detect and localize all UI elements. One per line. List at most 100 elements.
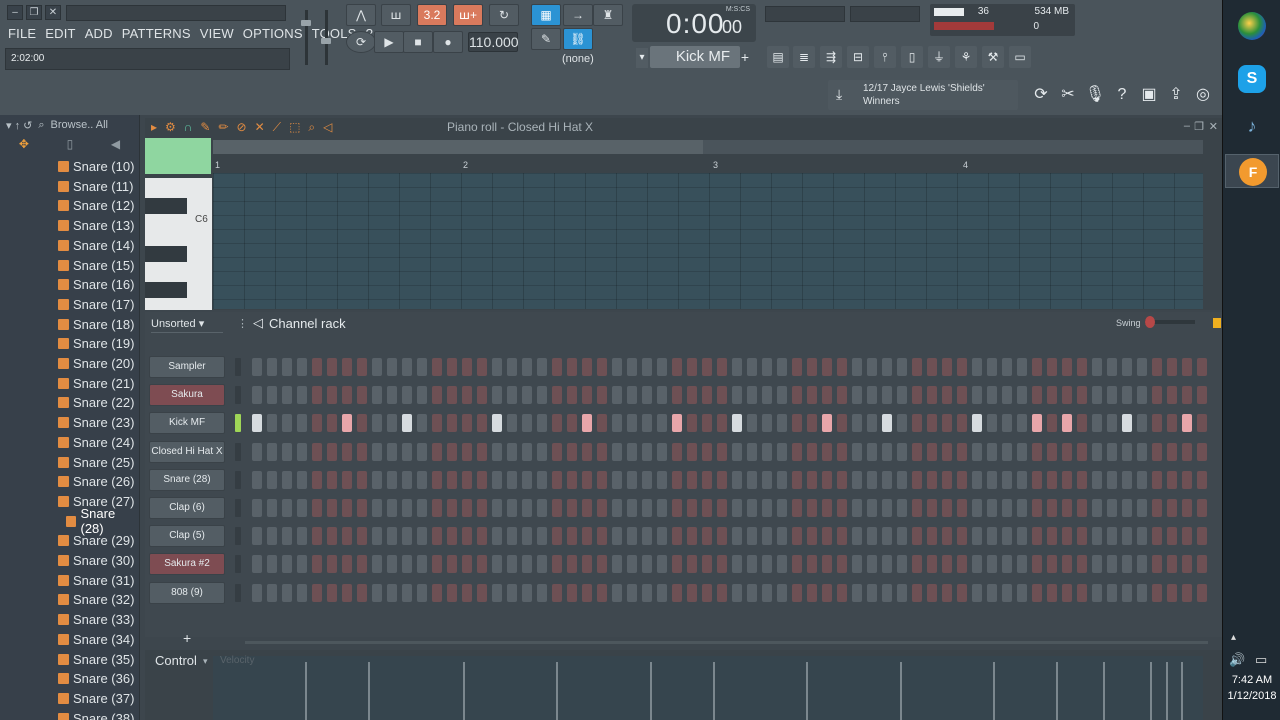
step-button[interactable] (912, 583, 922, 602)
step-button[interactable] (987, 583, 997, 602)
step-button[interactable] (777, 470, 787, 489)
network-icon[interactable]: ▭ (1255, 652, 1267, 668)
step-button[interactable] (462, 555, 472, 574)
step-button[interactable] (672, 499, 682, 517)
step-button[interactable] (507, 555, 517, 574)
browser-item[interactable]: Snare (15) (58, 256, 134, 275)
step-button[interactable] (837, 358, 847, 376)
browser-item[interactable]: Snare (33) (58, 610, 134, 629)
step-button[interactable] (537, 499, 547, 517)
step-button[interactable] (1002, 555, 1012, 574)
step-button[interactable] (552, 555, 562, 574)
delete-icon[interactable]: ⊘ (237, 120, 247, 135)
step-button[interactable] (882, 470, 892, 489)
step-button[interactable] (1047, 583, 1057, 602)
step-button[interactable] (492, 499, 502, 517)
step-button[interactable] (297, 499, 307, 517)
step-button[interactable] (702, 442, 712, 461)
countdown-button[interactable]: 3.2 (417, 4, 447, 26)
pr-scroll-thumb[interactable] (213, 140, 703, 154)
browser-item[interactable]: Snare (23) (58, 413, 134, 432)
step-button[interactable] (1047, 358, 1057, 376)
step-button[interactable] (1167, 386, 1177, 405)
step-button[interactable] (1092, 358, 1102, 376)
step-button[interactable] (492, 527, 502, 546)
step-button[interactable] (507, 499, 517, 517)
step-button[interactable] (687, 583, 697, 602)
zoom-icon[interactable]: ⌕ (308, 120, 315, 135)
step-button[interactable] (1137, 527, 1147, 546)
step-button[interactable] (372, 442, 382, 461)
step-button[interactable] (1182, 358, 1192, 376)
step-button[interactable] (627, 386, 637, 405)
step-button[interactable] (672, 442, 682, 461)
step-button[interactable] (612, 386, 622, 405)
step-button[interactable] (387, 527, 397, 546)
step-button[interactable] (897, 555, 907, 574)
step-button[interactable] (447, 583, 457, 602)
step-button[interactable] (1077, 414, 1087, 433)
wait-input-button[interactable]: ꟺ (381, 4, 411, 26)
step-button[interactable] (942, 583, 952, 602)
step-button[interactable] (447, 358, 457, 376)
step-button[interactable] (357, 358, 367, 376)
step-button[interactable] (372, 583, 382, 602)
step-button[interactable] (1092, 583, 1102, 602)
step-button[interactable] (897, 358, 907, 376)
step-button[interactable] (657, 527, 667, 546)
step-button[interactable] (1122, 386, 1132, 405)
step-button[interactable] (912, 414, 922, 433)
step-button[interactable] (567, 358, 577, 376)
step-button[interactable] (567, 527, 577, 546)
mic-icon[interactable]: 🎙 (1084, 84, 1106, 106)
step-button[interactable] (402, 555, 412, 574)
step-button[interactable] (582, 470, 592, 489)
step-button[interactable] (747, 442, 757, 461)
step-button[interactable] (342, 470, 352, 489)
step-button[interactable] (927, 414, 937, 433)
step-button[interactable] (672, 386, 682, 405)
step-button[interactable] (867, 414, 877, 433)
channel-select-led[interactable] (235, 358, 241, 376)
step-button[interactable] (717, 358, 727, 376)
step-button[interactable] (822, 583, 832, 602)
step-button[interactable] (807, 386, 817, 405)
step-button[interactable] (987, 499, 997, 517)
step-button[interactable] (342, 386, 352, 405)
step-button[interactable] (537, 414, 547, 433)
control-label[interactable]: Control (155, 653, 197, 668)
step-button[interactable] (882, 555, 892, 574)
step-button[interactable] (762, 442, 772, 461)
browser-item[interactable]: Snare (36) (58, 669, 134, 688)
step-button[interactable] (417, 527, 427, 546)
step-button[interactable] (507, 583, 517, 602)
step-button[interactable] (747, 499, 757, 517)
step-button[interactable] (1077, 442, 1087, 461)
velocity-bar[interactable] (463, 662, 465, 720)
step-button[interactable] (1017, 555, 1027, 574)
step-button[interactable] (1107, 470, 1117, 489)
step-button[interactable] (717, 386, 727, 405)
step-button[interactable] (1062, 583, 1072, 602)
step-edit-button[interactable]: ꟺ+ (453, 4, 483, 26)
browser-item[interactable]: Snare (31) (58, 571, 134, 590)
step-button[interactable] (852, 386, 862, 405)
step-button[interactable] (747, 527, 757, 546)
step-button[interactable] (537, 442, 547, 461)
step-button[interactable] (702, 414, 712, 433)
step-button[interactable] (387, 470, 397, 489)
speaker-icon[interactable]: ◀ (111, 137, 120, 157)
step-button[interactable] (627, 358, 637, 376)
pattern-marker-icon[interactable] (1213, 318, 1221, 328)
step-button[interactable] (342, 499, 352, 517)
step-button[interactable] (972, 358, 982, 376)
step-button[interactable] (282, 583, 292, 602)
step-button[interactable] (372, 527, 382, 546)
step-button[interactable] (1197, 499, 1207, 517)
step-button[interactable] (1062, 527, 1072, 546)
step-button[interactable] (1002, 470, 1012, 489)
step-button[interactable] (252, 414, 262, 433)
step-button[interactable] (312, 386, 322, 405)
channel-select-led[interactable] (235, 470, 241, 489)
step-button[interactable] (687, 414, 697, 433)
